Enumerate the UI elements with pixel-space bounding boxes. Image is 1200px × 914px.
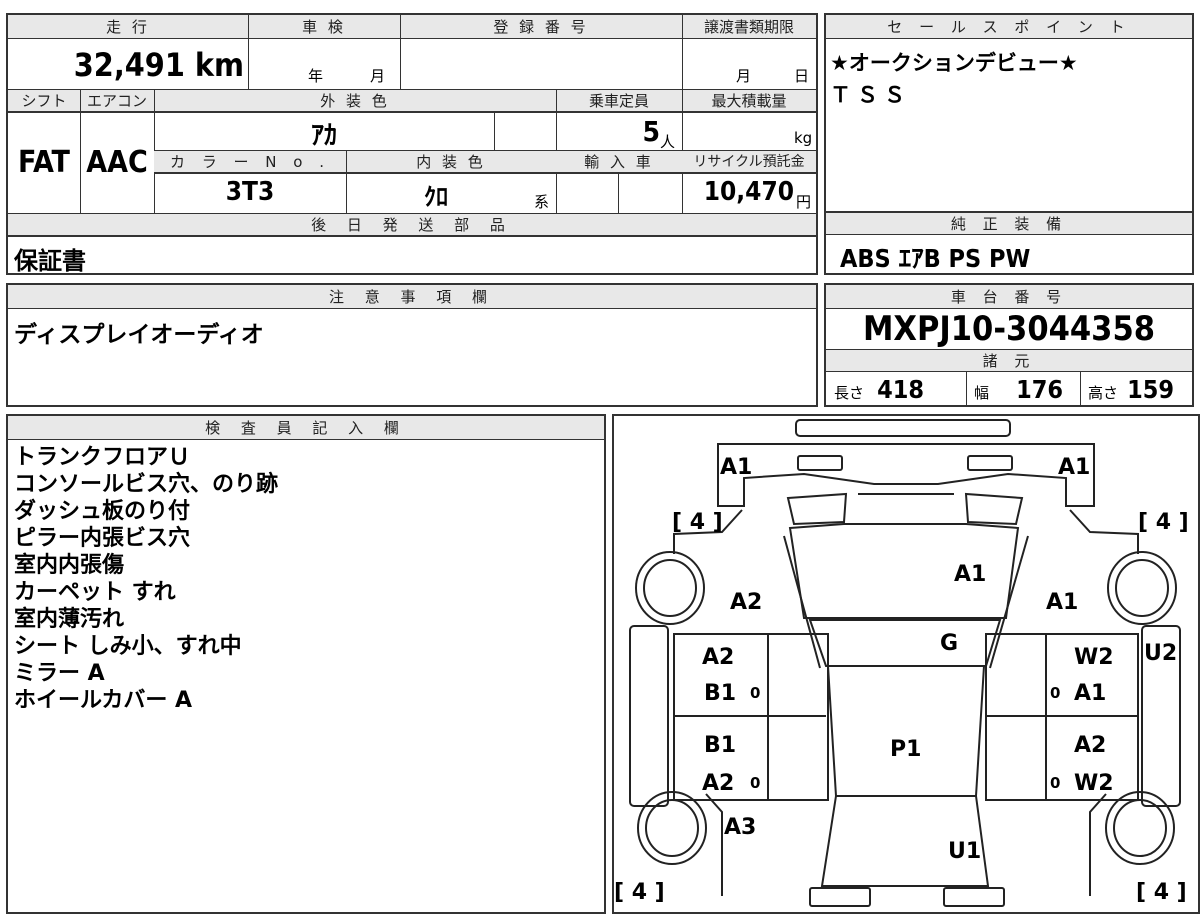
sales-point-header: セ ー ル ス ポ イ ン ト	[826, 15, 1192, 39]
damage-door-fl-1: A2	[702, 645, 734, 670]
mileage-value-wrap: 32,491 km	[8, 43, 244, 87]
color-no-value: 3T3	[225, 177, 275, 207]
mileage-value: 32,491	[73, 46, 185, 84]
notes-header: 注 意 事 項 欄	[8, 285, 816, 309]
length-cell: 長さ 418	[834, 375, 964, 404]
damage-fender-left: A2	[730, 590, 762, 615]
exterior-color-header: 外 装 色	[320, 92, 390, 110]
later-parts-header: 後 日 発 送 部 品	[311, 216, 513, 234]
inspector-box: 検 査 員 記 入 欄 トランクフロアＵ コンソールビス穴、のり跡 ダッシュ板の…	[6, 414, 606, 914]
tire-front-left: [ 4 ]	[672, 510, 723, 535]
deadline-day: 日	[794, 67, 810, 85]
zero-mark: 0	[1050, 684, 1060, 702]
damage-front-right: A1	[1058, 455, 1090, 480]
inspection-year: 年	[308, 67, 324, 85]
damage-windshield: G	[940, 631, 958, 656]
length-label: 長さ	[834, 384, 865, 402]
height-value: 159	[1127, 375, 1175, 404]
height-cell: 高さ 159	[1088, 375, 1192, 404]
damage-door-rr-2: W2	[1074, 771, 1114, 796]
car-diagram: [ 4 ] [ 4 ] [ 4 ] [ 4 ] A1 A1 A1 A2 A1 G…	[614, 419, 1189, 907]
damage-door-rr-1: A2	[1074, 733, 1106, 758]
dims-header: 諸 元	[826, 350, 1192, 372]
aircon-value: AAC	[86, 145, 148, 180]
damage-fender-right: A1	[1046, 590, 1078, 615]
spec-table: 走 行 車 検 登 録 番 号 譲渡書類期限 32,491 km 年 月 月 日…	[6, 13, 818, 275]
width-label: 幅	[974, 384, 990, 402]
damage-door-rl-2: A2	[702, 771, 734, 796]
shift-value: FAT	[18, 145, 70, 180]
capacity-header: 乗車定員	[588, 92, 649, 110]
recycle-fee-unit: 円	[796, 193, 812, 211]
interior-color-header: 内 装 色	[416, 153, 486, 171]
mileage-unit: km	[194, 46, 244, 84]
damage-door-fr-2: A1	[1074, 681, 1106, 706]
registration-header: 登 録 番 号	[493, 18, 589, 36]
interior-color-value: ｸﾛ	[424, 183, 448, 211]
sales-point-box: セ ー ル ス ポ イ ン ト ★オークションデビュー★ ＴＳＳ	[824, 13, 1194, 213]
chassis-header: 車 台 番 号	[826, 285, 1192, 309]
damage-roof: P1	[890, 737, 921, 762]
deadline-month: 月	[736, 67, 752, 85]
inspector-line: シート しみ小、すれ中	[14, 634, 242, 659]
zero-mark: 0	[750, 684, 760, 702]
length-value: 418	[877, 375, 925, 404]
capacity-value: 5	[642, 115, 660, 148]
inspection-month: 月	[370, 67, 386, 85]
equipment-box: 純 正 装 備 ABS ｴｱB PS PW	[824, 211, 1194, 275]
max-load-unit: kg	[794, 129, 813, 147]
color-no-header: カ ラ ー N o .	[169, 153, 330, 171]
exterior-color-value: ｱｶ	[310, 121, 337, 151]
chassis-number: MXPJ10-3044358	[862, 309, 1156, 349]
zero-mark: 0	[750, 774, 760, 792]
inspection-header: 車 検	[302, 18, 346, 36]
damage-side-right: U2	[1144, 641, 1177, 666]
car-diagram-box: [ 4 ] [ 4 ] [ 4 ] [ 4 ] A1 A1 A1 A2 A1 G…	[612, 414, 1200, 914]
tire-rear-right: [ 4 ]	[1136, 880, 1187, 905]
inspector-line: トランクフロアＵ	[14, 445, 191, 470]
inspector-lines: トランクフロアＵ コンソールビス穴、のり跡 ダッシュ板のり付 ピラー内張ビス穴 …	[14, 444, 278, 714]
capacity-unit: 人	[660, 133, 676, 151]
inspector-line: ホイールカバー A	[14, 688, 193, 713]
damage-trunk: U1	[948, 839, 981, 864]
max-load-header: 最大積載量	[711, 92, 787, 110]
equipment-header: 純 正 装 備	[826, 213, 1192, 235]
interior-color-suffix: 系	[534, 193, 550, 211]
height-label: 高さ	[1088, 384, 1119, 402]
aircon-header: エアコン	[86, 92, 147, 110]
damage-front-left: A1	[720, 455, 752, 480]
inspector-line: ミラー A	[14, 661, 105, 686]
inspector-line: ピラー内張ビス穴	[14, 526, 191, 551]
sales-point-line-1: ★オークションデビュー★	[830, 51, 1078, 75]
recycle-fee-header: リサイクル預託金	[693, 154, 805, 170]
notes-value: ディスプレイオーディオ	[14, 322, 264, 348]
damage-hood: A1	[954, 562, 986, 587]
inspector-header: 検 査 員 記 入 欄	[8, 416, 604, 440]
width-cell: 幅 176	[974, 375, 1078, 404]
inspector-line: ダッシュ板のり付	[14, 499, 191, 524]
sales-point-line-2: ＴＳＳ	[830, 83, 911, 107]
inspector-line: 室内薄汚れ	[14, 607, 125, 632]
import-header: 輸 入 車	[584, 153, 654, 171]
tire-front-right: [ 4 ]	[1138, 510, 1189, 535]
tire-rear-left: [ 4 ]	[614, 880, 665, 905]
inspector-line: 室内内張傷	[14, 553, 125, 578]
transfer-deadline-header: 譲渡書類期限	[703, 18, 794, 36]
damage-door-fr-1: W2	[1074, 645, 1114, 670]
notes-box: 注 意 事 項 欄 ディスプレイオーディオ	[6, 283, 818, 407]
inspector-line: カーペット すれ	[14, 580, 176, 605]
zero-mark: 0	[1050, 774, 1060, 792]
later-parts-value: 保証書	[14, 247, 86, 275]
mileage-header: 走 行	[106, 18, 150, 36]
shift-header: シフト	[21, 92, 67, 110]
chassis-box: 車 台 番 号 MXPJ10-3044358 諸 元 長さ 418 幅 176 …	[824, 283, 1194, 407]
damage-rear-left: A3	[724, 815, 756, 840]
equipment-value: ABS ｴｱB PS PW	[840, 244, 1031, 273]
damage-door-fl-2: B1	[704, 681, 736, 706]
damage-door-rl-1: B1	[704, 733, 736, 758]
recycle-fee-value: 10,470	[703, 177, 794, 207]
width-value: 176	[1016, 375, 1064, 404]
inspector-line: コンソールビス穴、のり跡	[14, 472, 279, 497]
